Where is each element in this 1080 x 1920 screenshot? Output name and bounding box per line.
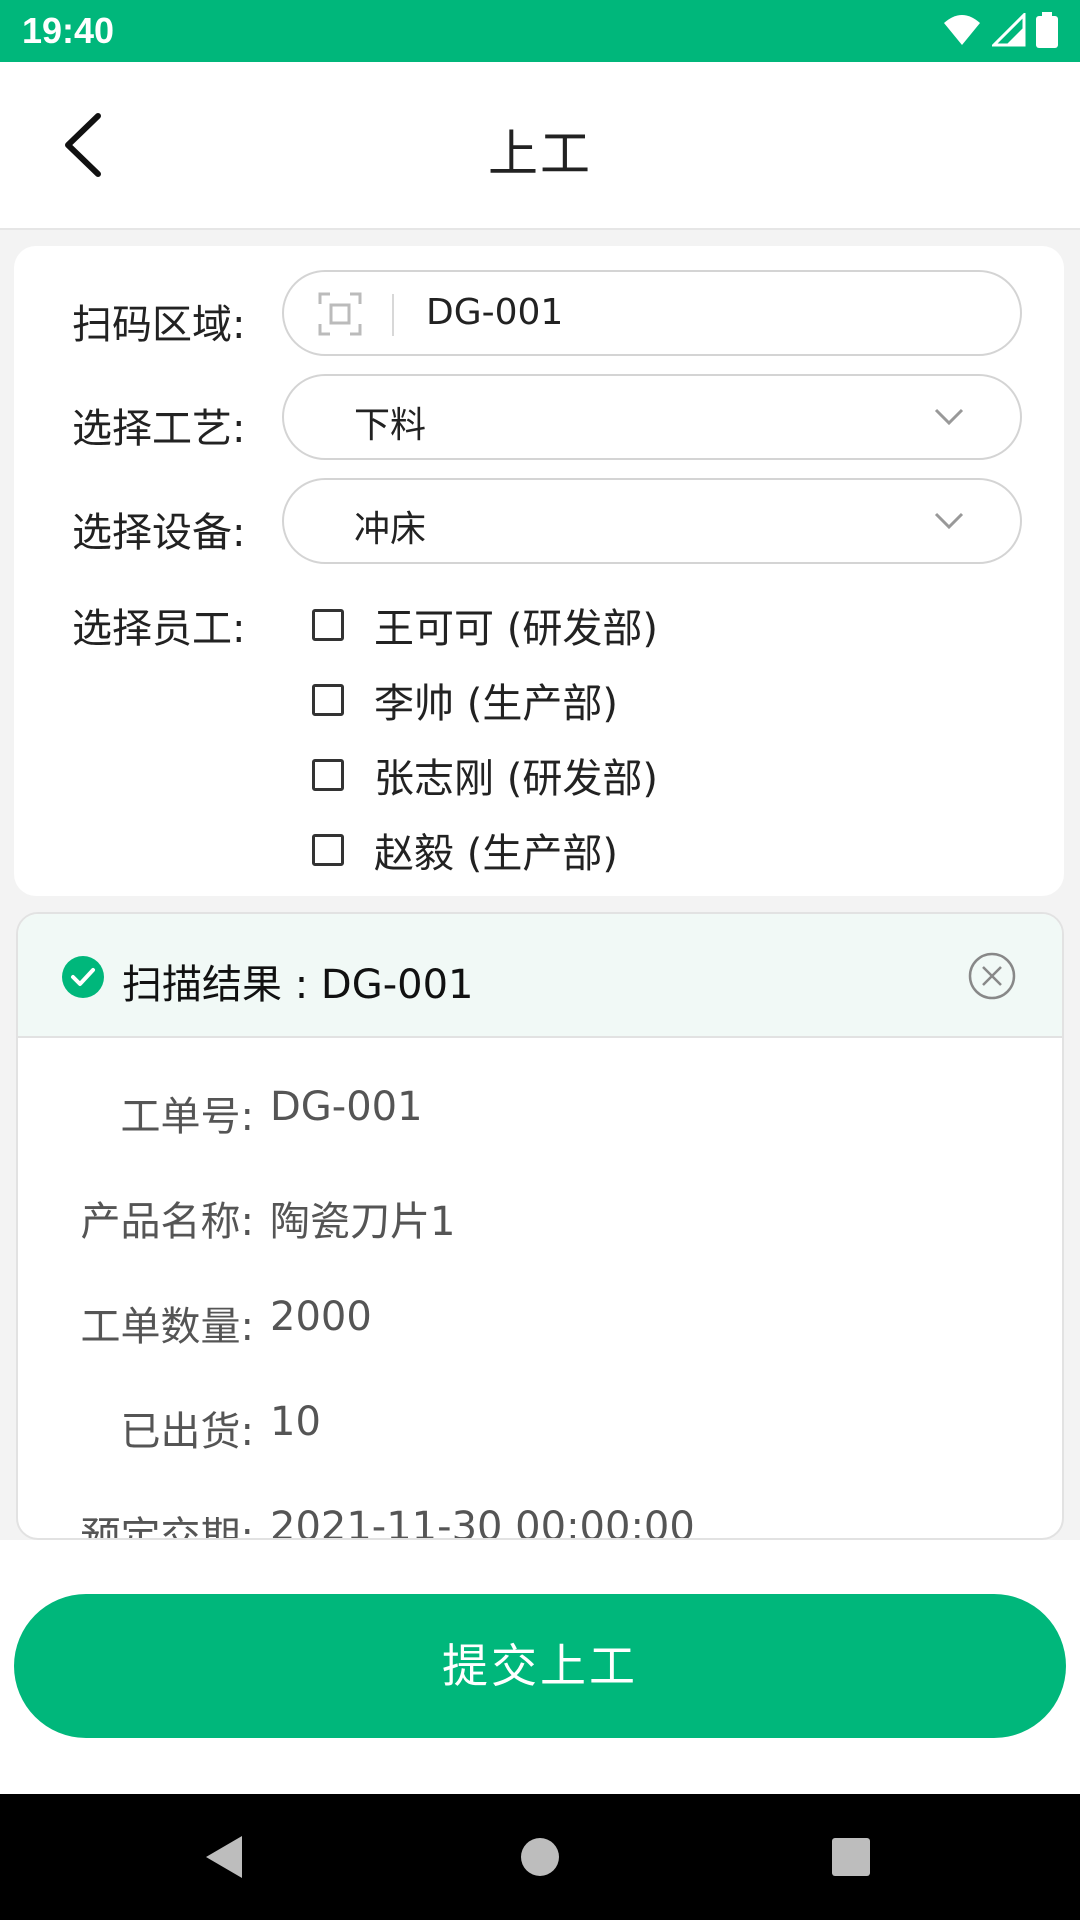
chevron-down-icon	[934, 512, 964, 530]
scan-icon[interactable]	[318, 292, 362, 336]
detail-value: 10	[270, 1399, 321, 1445]
battery-icon	[1036, 12, 1058, 48]
close-circle-icon[interactable]	[968, 952, 1016, 1000]
employee-name: 赵毅 (生产部)	[374, 831, 618, 877]
detail-key: 工单号:	[120, 1094, 254, 1140]
employee-checkbox[interactable]: 王可可 (研发部)	[312, 596, 658, 654]
employee-name: 李帅 (生产部)	[374, 681, 618, 727]
process-select[interactable]: 下料	[282, 374, 1022, 460]
detail-value: 2000	[270, 1294, 372, 1340]
nav-home-icon[interactable]	[520, 1834, 560, 1880]
process-label: 选择工艺:	[72, 406, 246, 452]
status-time: 19:40	[22, 10, 115, 51]
nav-recents-icon[interactable]	[830, 1834, 872, 1880]
scan-result-title: 扫描结果 : DG-001	[122, 962, 474, 1008]
detail-key: 已出货:	[120, 1409, 254, 1455]
employee-checkbox[interactable]: 李帅 (生产部)	[312, 671, 618, 729]
scan-value: DG-001	[426, 292, 564, 333]
checkbox-icon[interactable]	[312, 684, 344, 716]
employee-checkbox[interactable]: 赵毅 (生产部)	[312, 821, 618, 879]
status-icons	[942, 12, 1058, 48]
employee-checkbox[interactable]: 张志刚 (研发部)	[312, 746, 658, 804]
checkbox-icon[interactable]	[312, 834, 344, 866]
employee-label: 选择员工:	[72, 606, 246, 652]
device-label: 选择设备:	[72, 510, 246, 556]
device-select[interactable]: 冲床	[282, 478, 1022, 564]
wifi-icon	[944, 15, 980, 45]
nav-back-icon[interactable]	[204, 1834, 244, 1880]
detail-key: 产品名称:	[80, 1199, 254, 1245]
employee-name: 张志刚 (研发部)	[374, 756, 658, 802]
status-bar: 19:40	[0, 0, 1080, 62]
input-divider	[392, 294, 394, 336]
scan-input[interactable]: DG-001	[282, 270, 1022, 356]
detail-value: DG-001	[270, 1084, 423, 1130]
detail-value: 陶瓷刀片1	[270, 1199, 456, 1245]
system-nav-bar	[0, 1794, 1080, 1920]
bottom-action-area: 提交上工	[0, 1540, 1080, 1794]
form-card: 扫码区域: DG-001 选择工艺: 下料 选择设备: 冲床 选择员工: 王可可…	[14, 246, 1064, 896]
detail-value: 2021-11-30 00:00:00	[270, 1504, 695, 1540]
page-title: 上工	[488, 125, 592, 183]
submit-button[interactable]: 提交上工	[14, 1594, 1066, 1738]
check-circle-icon	[62, 956, 104, 998]
detail-key: 预定交期:	[80, 1514, 254, 1540]
process-value: 下料	[354, 405, 427, 446]
signal-icon	[992, 13, 1026, 47]
chevron-down-icon	[934, 408, 964, 426]
employee-name: 王可可 (研发部)	[374, 606, 658, 652]
scan-result-card: 扫描结果 : DG-001 工单号: DG-001 产品名称: 陶瓷刀片1 工单…	[16, 912, 1064, 1540]
device-value: 冲床	[354, 509, 427, 550]
checkbox-icon[interactable]	[312, 609, 344, 641]
scan-label: 扫码区域:	[72, 302, 246, 348]
app-header: 上工	[0, 62, 1080, 230]
detail-key: 工单数量:	[80, 1304, 254, 1350]
checkbox-icon[interactable]	[312, 759, 344, 791]
scan-result-header: 扫描结果 : DG-001	[18, 914, 1062, 1038]
